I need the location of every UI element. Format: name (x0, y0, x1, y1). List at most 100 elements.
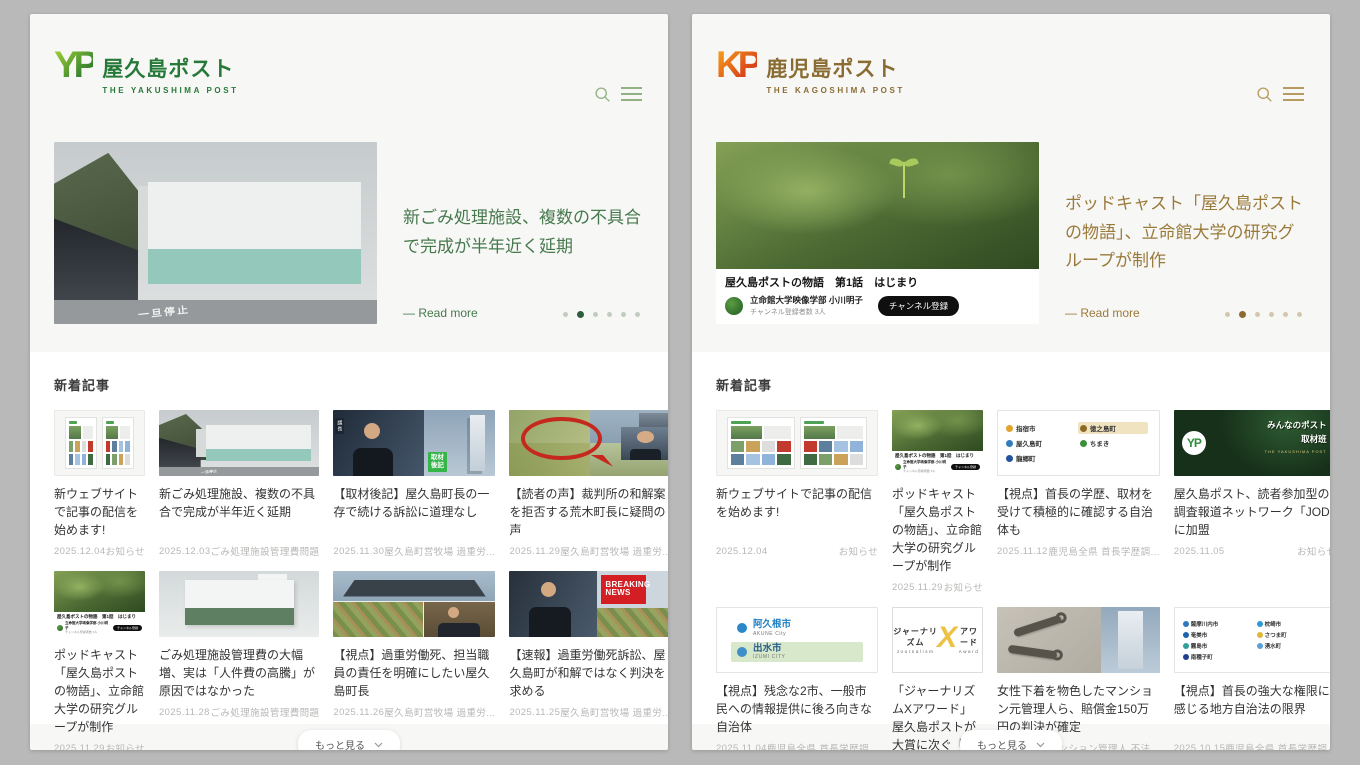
site-header: KP 鹿児島ポスト THE KAGOSHIMA POST (692, 14, 1330, 126)
carousel-dot[interactable] (1283, 312, 1288, 317)
article-category[interactable]: ごみ処理施設管理費問題 (211, 544, 320, 558)
carousel-dot[interactable] (607, 312, 612, 317)
article-date: 2025.11.29 (892, 582, 943, 593)
carousel-dot[interactable] (593, 312, 598, 317)
article-category[interactable]: お知らせ (106, 741, 145, 750)
hero-image[interactable]: 一旦停止 (54, 142, 377, 324)
article-category[interactable]: 鹿児島全県 首長学歴調... (767, 741, 878, 750)
municipality-logo: ちまき (1078, 437, 1148, 449)
article-card[interactable]: 新ウェブサイトで記事の配信を始めます! 2025.12.04 お知らせ (716, 410, 878, 594)
carousel-dots (563, 311, 640, 318)
article-card[interactable]: 阿久根市AKUNE City出水市IZUMI CITY 【視点】残念な2市、一般… (716, 607, 878, 750)
carousel-dot[interactable] (1255, 312, 1260, 317)
news-section: 新着記事 新ウェブサイトで記事の配信を始めます! 2025.12.04 お知らせ… (692, 352, 1330, 724)
article-title: 【視点】首長の学歴、取材を受けて積極的に確認する自治体も (997, 485, 1160, 539)
article-date: 2025.11.26 (333, 707, 384, 718)
load-more-button[interactable]: もっと見る (960, 730, 1062, 750)
subscribe-button[interactable]: チャンネル登録 (878, 296, 959, 316)
article-category[interactable]: ごみ処理施設管理費問題 (211, 705, 320, 719)
carousel-dot[interactable] (635, 312, 640, 317)
breaking-news-label: BREAKING NEWS (601, 575, 646, 605)
municipality-logo: 出水市IZUMI CITY (731, 642, 863, 662)
municipality-logo: 阿久根市AKUNE City (731, 618, 863, 638)
article-category[interactable]: 屋久島町営牧場 過重労... (560, 544, 668, 558)
article-title: ポッドキャスト「屋久島ポストの物語」、立命館大学の研究グループが制作 (892, 485, 983, 575)
article-category[interactable]: 鹿児島全県 首長学歴調... (1049, 544, 1160, 558)
article-card[interactable]: 女性下着を物色したマンション元管理人ら、賠償金150万円の判決が確定 2025.… (997, 607, 1160, 750)
carousel-dot[interactable] (563, 312, 568, 317)
article-card[interactable]: 【視点】過重労働死、担当職員の責任を明確にしたい屋久島町長 2025.11.26… (333, 571, 495, 750)
carousel-dot[interactable] (1269, 312, 1274, 317)
hero-title[interactable]: 新ごみ処理施設、複数の不具合で完成が半年近く延期 (403, 204, 642, 262)
municipality-logo: 指宿市 (1004, 422, 1074, 434)
channel-avatar (57, 625, 63, 631)
article-category[interactable]: お知らせ (1297, 544, 1330, 558)
hero-image[interactable]: 屋久島ポストの物語 第1話 はじまり立命館大学映像学部 小川明子チャンネル登録者… (716, 142, 1039, 324)
load-more-button[interactable]: もっと見る (298, 730, 400, 750)
photo-caption: 議長 (335, 418, 344, 434)
article-date: 2025.12.04 (54, 546, 106, 557)
carousel-dot[interactable] (1239, 311, 1246, 318)
article-card[interactable]: YPみんなのポスト取材班THE YAKUSHIMA POST 屋久島ポスト、読者… (1174, 410, 1330, 594)
channel-name: 立命館大学映像学部 小川明子 (65, 621, 109, 630)
article-date: 2025.10.15 (1174, 743, 1226, 751)
article-card[interactable]: ごみ処理施設管理費の大幅増、実は「人件費の高騰」が原因ではなかった 2025.1… (159, 571, 319, 750)
article-category[interactable]: 鹿児島全県 首長学歴調... (1225, 741, 1330, 750)
hero-title[interactable]: ポッドキャスト「屋久島ポストの物語」、立命館大学の研究グループが制作 (1065, 190, 1304, 277)
article-card[interactable]: 屋久島ポストの物語 第1話 はじまり立命館大学映像学部 小川明子チャンネル登録者… (54, 571, 145, 750)
article-thumbnail: ジャーナリズムJournalismXアワードAward (892, 607, 983, 673)
article-card[interactable]: BREAKING NEWS 【速報】過重労働死訴訟、屋久島町が和解ではなく判決を… (509, 571, 668, 750)
subscribe-button[interactable]: チャンネル登録 (113, 625, 142, 631)
article-card[interactable]: 議長取材 後記 【取材後記】屋久島町長の一存で続ける訴訟に道理なし 2025.1… (333, 410, 495, 558)
article-category[interactable]: 屋久島町営牧場 過重労... (384, 544, 495, 558)
read-more-link[interactable]: — Read more (403, 306, 478, 320)
read-more-link[interactable]: — Read more (1065, 306, 1140, 320)
article-title: 女性下着を物色したマンション元管理人ら、賠償金150万円の判決が確定 (997, 682, 1160, 736)
site-title: 鹿児島ポスト (766, 53, 905, 83)
article-category[interactable]: 屋久島町営牧場 過重労... (384, 705, 495, 719)
site-logo[interactable]: KP 鹿児島ポスト THE KAGOSHIMA POST (716, 50, 905, 126)
article-card[interactable]: 【読者の声】裁判所の和解案を拒否する荒木町長に疑問の声 2025.11.29 屋… (509, 410, 668, 558)
municipality-logo: 奄美市 (1181, 631, 1251, 639)
article-date: 2025.12.04 (716, 546, 768, 557)
article-card[interactable]: ジャーナリズムJournalismXアワードAward 「ジャーナリズムXアワー… (892, 607, 983, 750)
article-card[interactable]: 指宿市徳之島町屋久島町ちまき龍郷町 【視点】首長の学歴、取材を受けて積極的に確認… (997, 410, 1160, 594)
news-section: 新着記事 新ウェブサイトで記事の配信を始めます! 2025.12.04 お知らせ… (30, 352, 668, 724)
news-heading: 新着記事 (54, 375, 644, 394)
article-title: 新ウェブサイトで記事の配信を始めます! (54, 485, 145, 539)
article-category[interactable]: お知らせ (944, 580, 983, 594)
article-meta: 2025.11.30 屋久島町営牧場 過重労... (333, 544, 495, 558)
article-card[interactable]: 新ウェブサイトで記事の配信を始めます! 2025.12.04 お知らせ (54, 410, 145, 558)
search-icon[interactable] (594, 86, 611, 103)
article-meta: 2025.11.28 ごみ処理施設管理費問題 (159, 705, 319, 719)
site-title: 屋久島ポスト (102, 53, 238, 83)
article-meta: 2025.11.29 お知らせ (892, 580, 983, 594)
logo-mark: YP (54, 48, 93, 81)
site-logo[interactable]: YP 屋久島ポスト THE YAKUSHIMA POST (54, 50, 239, 126)
carousel-dot[interactable] (1297, 312, 1302, 317)
subscribe-button[interactable]: チャンネル登録 (951, 464, 980, 470)
municipality-logo: 湧水町 (1255, 642, 1325, 650)
article-category[interactable]: お知らせ (839, 544, 878, 558)
video-title: 屋久島ポストの物語 第1話 はじまり (725, 274, 1030, 290)
article-card[interactable]: 薩摩川内市枕崎市奄美市さつま町霧島市湧水町南種子町 【視点】首長の強大な権限に感… (1174, 607, 1330, 750)
search-icon[interactable] (1256, 86, 1273, 103)
article-card[interactable]: 屋久島ポストの物語 第1話 はじまり立命館大学映像学部 小川明子チャンネル登録者… (892, 410, 983, 594)
article-category[interactable]: お知らせ (106, 544, 145, 558)
article-date: 2025.11.29 (54, 743, 105, 751)
article-meta: 2025.12.04 お知らせ (716, 544, 878, 558)
carousel-dot[interactable] (577, 311, 584, 318)
menu-icon[interactable] (621, 85, 642, 103)
menu-icon[interactable] (1283, 85, 1304, 103)
article-thumbnail: 指宿市徳之島町屋久島町ちまき龍郷町 (997, 410, 1160, 476)
article-date: 2025.11.25 (509, 707, 560, 718)
article-title: 新ごみ処理施設、複数の不具合で完成が半年近く延期 (159, 485, 319, 539)
carousel-dot[interactable] (621, 312, 626, 317)
article-title: 新ウェブサイトで記事の配信を始めます! (716, 485, 878, 539)
article-category[interactable]: マンション管理人 不法... (1049, 741, 1160, 750)
article-card[interactable]: 一旦停止 新ごみ処理施設、複数の不具合で完成が半年近く延期 2025.12.03… (159, 410, 319, 558)
load-more-label: もっと見る (315, 737, 365, 750)
article-category[interactable]: 屋久島町営牧場 過重労... (560, 705, 668, 719)
yakushima-post-window: YP 屋久島ポスト THE YAKUSHIMA POST 一旦停止 新ごみ処理施… (30, 14, 668, 750)
carousel-dot[interactable] (1225, 312, 1230, 317)
